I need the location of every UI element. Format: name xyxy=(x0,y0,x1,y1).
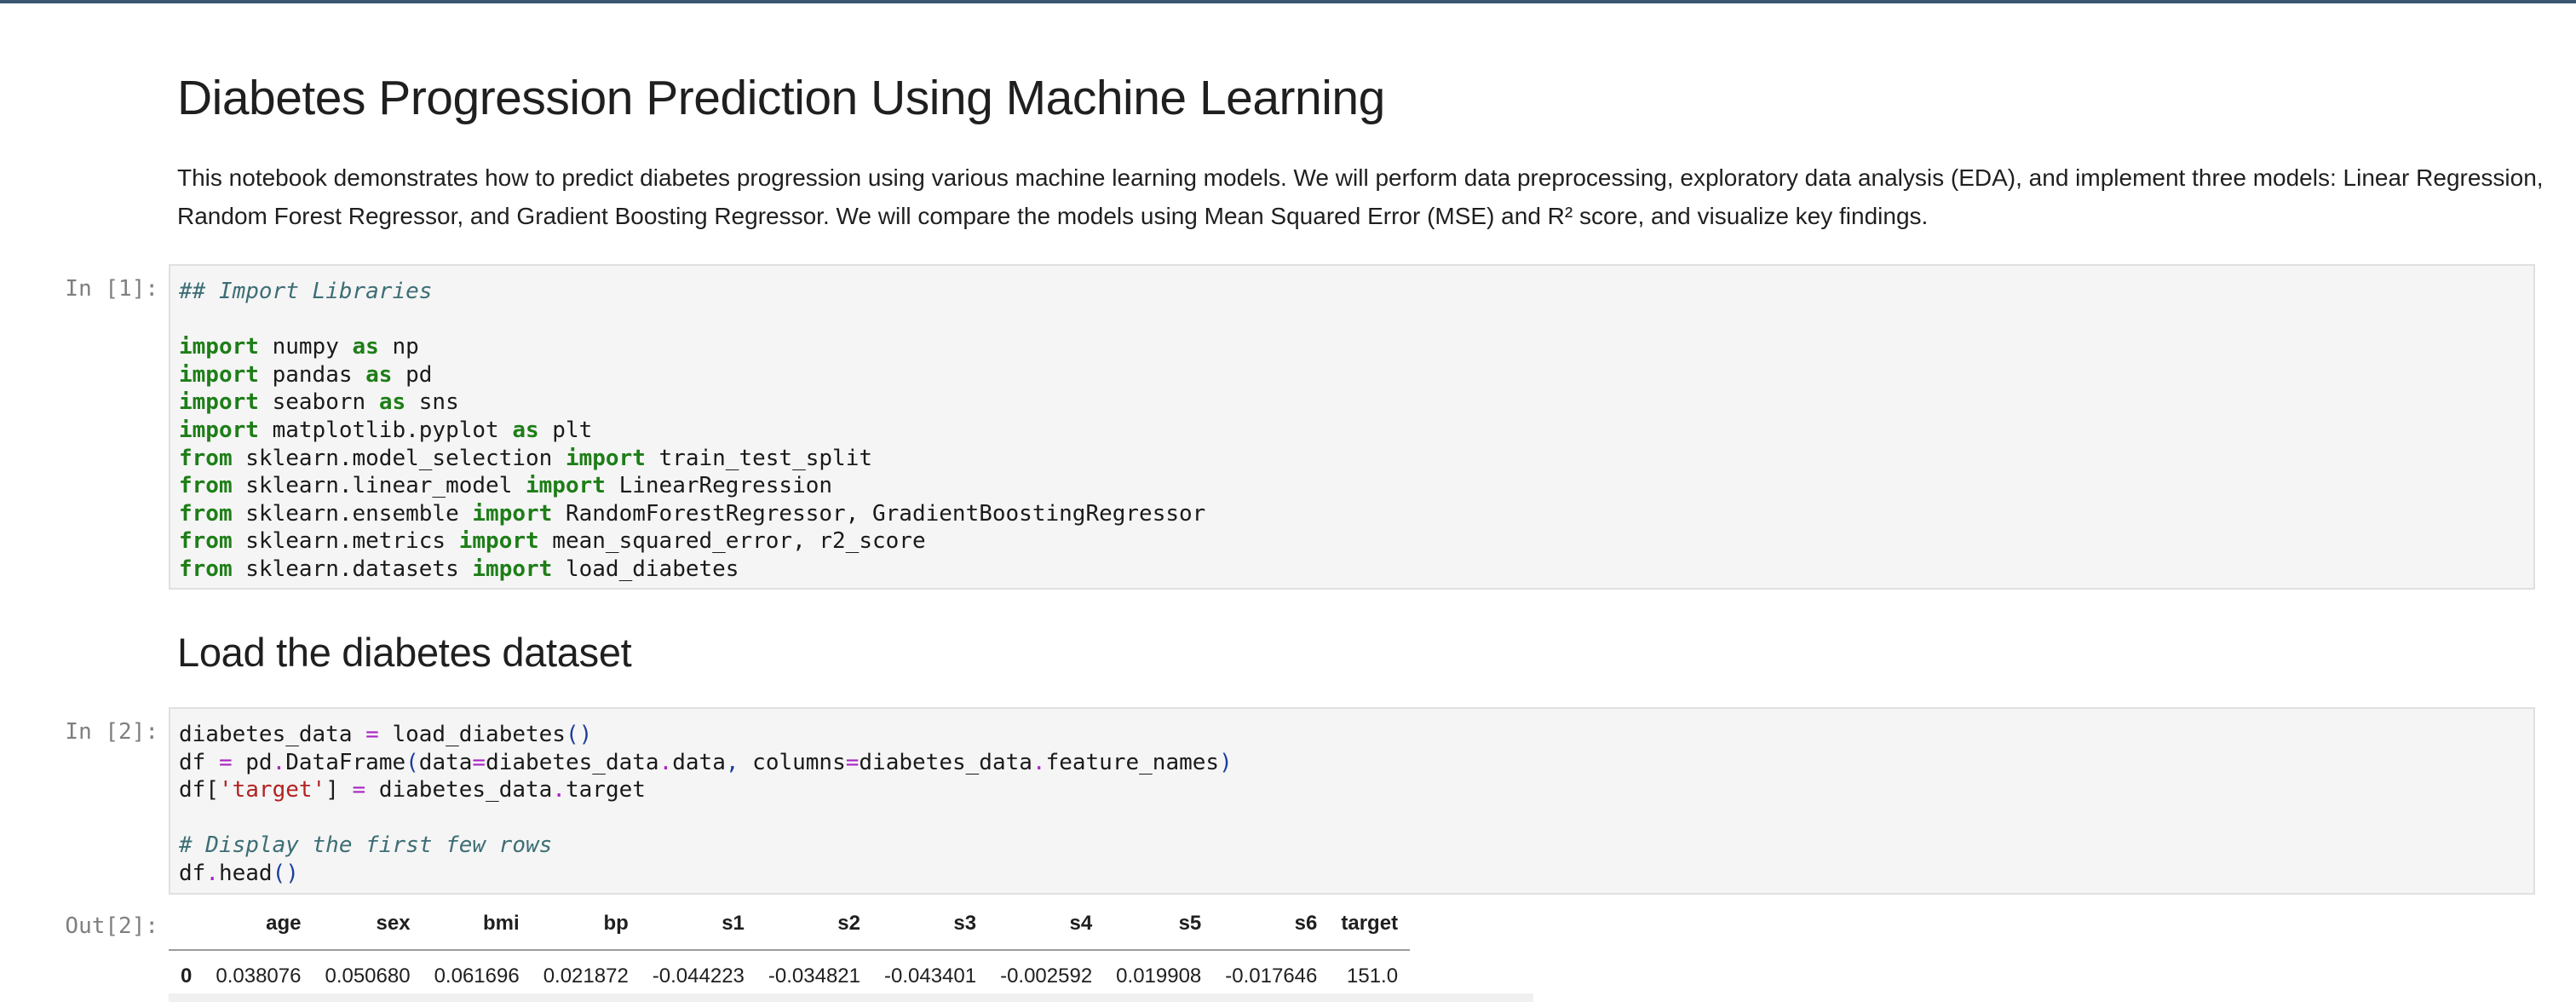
column-header: s4 xyxy=(1069,912,1093,935)
code-line-1: import numpy as np xyxy=(179,334,419,360)
column-header: sex xyxy=(376,912,411,935)
table-next-row-partial xyxy=(169,993,1533,1002)
code-cell-1-source[interactable]: ## Import Libraries import numpy as np i… xyxy=(179,278,2533,584)
code-comment: ## Import Libraries xyxy=(179,279,433,304)
code-line-8: from sklearn.metrics import mean_squared… xyxy=(179,528,926,555)
code-line-3: import seaborn as sns xyxy=(179,389,459,416)
column-header: age xyxy=(266,912,302,935)
column-header: s5 xyxy=(1178,912,1202,935)
cell2-prompt: In [2]: xyxy=(65,719,158,745)
section-heading: Load the diabetes dataset xyxy=(177,630,632,675)
code-line-5: from sklearn.model_selection import trai… xyxy=(179,445,872,471)
code-line-9: from sklearn.datasets import load_diabet… xyxy=(179,556,739,582)
notebook-top-border xyxy=(0,0,2576,3)
column-header: s1 xyxy=(722,912,745,935)
code-line-3: df['target'] = diabetes_data.target xyxy=(179,777,646,803)
code-line-2: import pandas as pd xyxy=(179,361,433,388)
code-comment: # Display the first few rows xyxy=(179,832,553,859)
code-line-1: diabetes_data = load_diabetes() xyxy=(179,722,593,747)
index-header xyxy=(169,898,204,950)
column-header: target xyxy=(1341,912,1399,935)
code-line-2: df = pd.DataFrame(data=diabetes_data.dat… xyxy=(179,749,1233,775)
cell1-prompt: In [1]: xyxy=(65,276,158,302)
code-cell-2-source[interactable]: diabetes_data = load_diabetes() df = pd.… xyxy=(179,721,2533,888)
dataframe-output: age sex bmi bp s1 s2 s3 s4 s5 s6 target 0 0.038076 0… xyxy=(169,898,1411,1002)
code-line-7: from sklearn.ensemble import RandomFores… xyxy=(179,500,1206,527)
column-header: s3 xyxy=(953,912,977,935)
code-line-4: import matplotlib.pyplot as plt xyxy=(179,417,593,443)
code-line-6: from sklearn.linear_model import LinearR… xyxy=(179,473,833,499)
code-cell-2[interactable]: diabetes_data = load_diabetes() df = pd.… xyxy=(169,707,2535,895)
code-line-5: df.head() xyxy=(179,860,299,886)
markdown-cell-section[interactable]: Load the diabetes dataset xyxy=(177,627,2545,678)
column-header: bmi xyxy=(483,912,520,935)
column-header: bp xyxy=(603,912,629,935)
column-header: s6 xyxy=(1294,912,1318,935)
table-header-row: age sex bmi bp s1 s2 s3 s4 s5 s6 target xyxy=(169,898,1411,950)
page-title: Diabetes Progression Prediction Using Ma… xyxy=(177,71,1385,125)
intro-paragraph: This notebook demonstrates how to predic… xyxy=(177,164,2544,229)
code-cell-1[interactable]: ## Import Libraries import numpy as np i… xyxy=(169,264,2535,590)
out2-prompt: Out[2]: xyxy=(65,913,158,939)
column-header: s2 xyxy=(837,912,860,935)
